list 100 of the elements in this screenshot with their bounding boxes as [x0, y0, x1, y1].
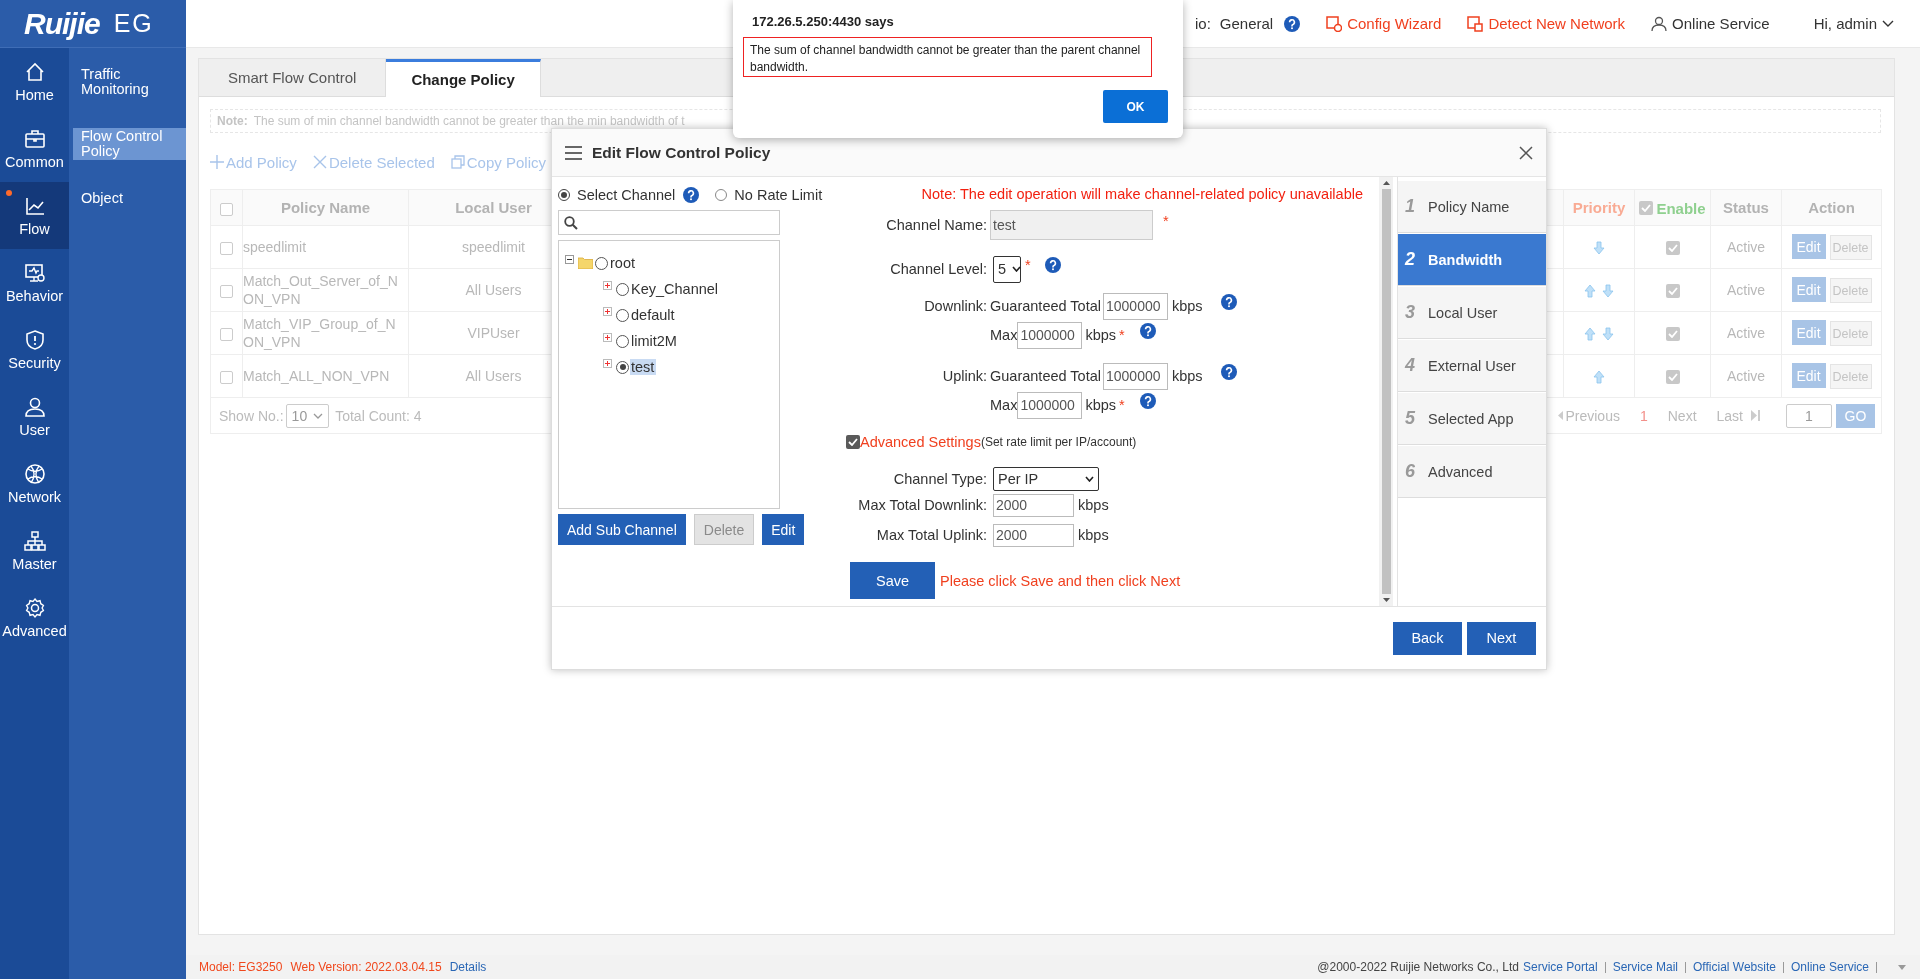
checkbox[interactable] — [1665, 327, 1680, 342]
folder-icon — [578, 257, 593, 269]
nav-item[interactable]: Security — [0, 316, 69, 383]
close-button[interactable] — [1519, 145, 1533, 160]
nav-item[interactable]: Common — [0, 115, 69, 182]
checkbox[interactable] — [220, 370, 233, 384]
field-label: Channel Level: — [889, 261, 987, 277]
save-button[interactable]: Save — [850, 562, 935, 599]
move-up-button[interactable] — [1584, 284, 1596, 299]
tree-button[interactable]: Edit — [762, 514, 805, 545]
nav-item[interactable]: Advanced — [0, 584, 69, 651]
input-field[interactable]: 2000 — [993, 493, 1074, 517]
step-tab[interactable]: 5 Selected App — [1398, 393, 1546, 445]
step-tab[interactable]: 1 Policy Name — [1398, 181, 1546, 233]
globe-icon — [23, 462, 46, 485]
nav-item[interactable]: Behavior — [0, 249, 69, 316]
checkbox[interactable] — [220, 327, 233, 341]
tree-node[interactable]: test — [630, 359, 657, 375]
check-icon — [1667, 373, 1678, 382]
check-icon — [1667, 287, 1678, 296]
nav-item[interactable]: Master — [0, 517, 69, 584]
checkbox[interactable] — [1665, 370, 1680, 385]
checkbox[interactable] — [1665, 284, 1680, 299]
arrow-down-icon — [1602, 327, 1614, 342]
radio-button[interactable] — [616, 282, 629, 296]
input-field[interactable]: 1000000 — [1017, 391, 1083, 419]
checkbox[interactable] — [220, 284, 233, 298]
tree-node[interactable]: default — [630, 307, 677, 323]
tree-node[interactable]: limit2M — [630, 333, 679, 349]
footer-link[interactable]: Service Portal — [1522, 960, 1598, 974]
gear-icon — [23, 596, 46, 619]
header-link[interactable]: Detect New Network — [1467, 15, 1626, 32]
tree-node[interactable]: root — [609, 255, 637, 271]
page-size-label: Show No.: — [219, 407, 284, 424]
checkbox[interactable] — [220, 202, 233, 216]
footer-link[interactable]: Service Mail — [1612, 960, 1679, 974]
scrollbar[interactable] — [1379, 177, 1393, 606]
checkbox[interactable] — [220, 241, 233, 255]
section-toggle[interactable]: Advanced Settings — [860, 434, 981, 450]
required-mark: * — [1119, 327, 1125, 343]
footer-link[interactable]: Official Website — [1693, 960, 1776, 974]
input-field[interactable]: 1000000 — [1103, 292, 1168, 320]
header-link[interactable]: Online Service — [1651, 15, 1770, 32]
type-select[interactable]: Per IP — [993, 467, 1099, 491]
unit-label: kbps — [1085, 397, 1117, 413]
tree-node[interactable]: Key_Channel — [630, 281, 721, 297]
column-header: Status — [1710, 189, 1782, 226]
hint-text: Please click Save and then click Next — [940, 572, 1181, 589]
check-icon — [1641, 204, 1652, 213]
chevron-down-icon — [313, 412, 324, 419]
submenu-item[interactable]: Traffic Monitoring — [73, 66, 186, 98]
move-up-button[interactable] — [1593, 370, 1605, 385]
step-tab[interactable]: 6 Advanced — [1398, 446, 1546, 498]
window-icon — [1467, 15, 1484, 32]
radio-button[interactable] — [558, 189, 570, 201]
warning-note: Note: The edit operation will make channel-related policy unavailable — [921, 186, 1363, 202]
submenu-item[interactable]: Object — [73, 190, 186, 207]
tree-button[interactable]: Add Sub Channel — [558, 514, 686, 545]
step-tab[interactable]: 3 Local User — [1398, 287, 1546, 339]
nav-item[interactable]: User — [0, 383, 69, 450]
step-tab[interactable]: 4 External User — [1398, 340, 1546, 392]
radio-button[interactable] — [616, 334, 629, 348]
dialog-button[interactable]: Back — [1393, 621, 1462, 655]
radio-button[interactable] — [595, 256, 608, 270]
nav-item[interactable]: Network — [0, 450, 69, 517]
radio-button[interactable] — [616, 308, 629, 322]
table-cell: Active — [1710, 311, 1782, 355]
search-field[interactable] — [558, 210, 780, 235]
move-up-button[interactable] — [1584, 327, 1596, 342]
help-icon — [683, 187, 700, 203]
user-menu[interactable]: Hi, admin — [1813, 15, 1894, 32]
scenario-value: General — [1219, 15, 1274, 32]
radio-button[interactable] — [616, 360, 629, 374]
table-cell: Match_ALL_NON_VPN — [242, 354, 409, 398]
ok-button[interactable]: OK — [1103, 90, 1168, 123]
scroll-down-icon — [1382, 598, 1390, 602]
tab[interactable]: Change Policy — [386, 59, 541, 97]
radio-button[interactable] — [715, 189, 728, 201]
details-link[interactable]: Details — [449, 960, 487, 974]
input-field[interactable]: 2000 — [993, 523, 1074, 547]
header-link[interactable]: Config Wizard — [1326, 15, 1442, 32]
checkbox[interactable] — [1639, 201, 1654, 216]
field-label: Uplink: — [941, 368, 987, 384]
dialog-button[interactable]: Next — [1467, 621, 1536, 655]
radio-label[interactable]: Select Channel — [577, 187, 676, 203]
input-field[interactable]: 1000000 — [1103, 362, 1168, 390]
checkbox[interactable] — [1665, 241, 1680, 256]
level-select[interactable]: 5 — [993, 255, 1021, 283]
radio-label[interactable]: No Rate Limit — [734, 187, 823, 203]
chevron-down-icon — [1882, 19, 1894, 28]
nav-item[interactable]: Home — [0, 48, 69, 115]
check-icon — [1667, 244, 1678, 253]
footer-link[interactable]: Online Service — [1790, 960, 1869, 974]
step-tab[interactable]: 2 Bandwidth — [1398, 234, 1546, 286]
move-down-button[interactable] — [1602, 284, 1614, 299]
move-down-button[interactable] — [1602, 327, 1614, 342]
input-field[interactable]: 1000000 — [1017, 321, 1083, 349]
move-down-button[interactable] — [1593, 241, 1605, 256]
nav-item[interactable]: Flow — [0, 182, 69, 249]
checkbox[interactable] — [846, 435, 860, 449]
